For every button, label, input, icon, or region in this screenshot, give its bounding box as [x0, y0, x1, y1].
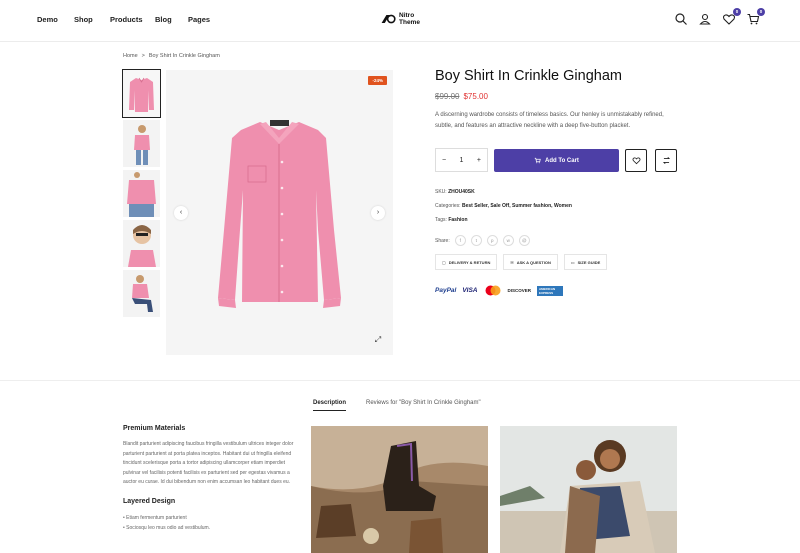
boots-photo [311, 426, 488, 553]
description-content: Premium Materials Blandit parturient adi… [123, 425, 303, 533]
nav-blog[interactable]: Blog [155, 15, 172, 24]
thumbnail-1[interactable] [122, 69, 161, 118]
pinterest-icon[interactable]: p [486, 235, 498, 246]
breadcrumb-home[interactable]: Home [123, 53, 138, 59]
product-title: Boy Shirt In Crinkle Gingham [435, 68, 622, 84]
logo-line-2: Theme [399, 19, 420, 26]
zoom-icon[interactable]: ⤢ [371, 333, 385, 347]
thumbnail-4[interactable] [123, 220, 160, 267]
model-face-thumb-image [123, 220, 160, 267]
logo-line-1: Nitro [399, 12, 415, 19]
compare-icon [662, 156, 670, 165]
categories-label: Categories: [435, 203, 461, 209]
thumbnail-3[interactable] [123, 170, 160, 217]
amex-logo: AMERICAN EXPRESS [537, 285, 564, 296]
materials-paragraph: Blandit parturient adipiscing faucibus f… [123, 441, 294, 485]
prev-image-button[interactable]: ‹ [174, 206, 188, 220]
quantity-value[interactable]: 1 [460, 157, 464, 164]
breadcrumb: Home > Boy Shirt In Crinkle Gingham [123, 53, 220, 59]
sku-value: ZHOU40SK [448, 189, 475, 195]
discover-logo: DISCOVER [507, 288, 532, 293]
sku-row: SKU: ZHOU40SK [435, 189, 475, 195]
price-row: $99.00 $75.00 [435, 92, 488, 101]
categories-value[interactable]: Best Seller, Sale Off, Summer fashion, W… [462, 203, 572, 209]
model-closeup-thumb-image [123, 170, 160, 217]
twitter-icon[interactable]: t [470, 235, 482, 246]
wishlist-count-badge: 0 [733, 8, 741, 16]
tab-reviews[interactable]: Reviews for "Boy Shirt In Crinkle Gingha… [366, 400, 481, 411]
nav-shop[interactable]: Shop [74, 15, 93, 24]
tab-description[interactable]: Description [313, 400, 347, 411]
pink-shirt-image [166, 70, 393, 355]
whatsapp-icon[interactable]: w [502, 235, 514, 246]
tags-value[interactable]: Fashion [448, 217, 467, 223]
site-logo[interactable]: Nitro Theme [380, 11, 421, 27]
wishlist-icon[interactable]: 0 [722, 8, 741, 26]
decrease-qty-button[interactable]: − [442, 157, 446, 164]
section-divider [0, 380, 800, 381]
list-item: Etiam fermentum parturient [123, 513, 303, 523]
shirt-thumb-image [123, 70, 160, 117]
product-main-image: -24% ‹ › ⤢ [166, 70, 393, 355]
breadcrumb-separator: > [141, 53, 145, 59]
add-to-cart-label: Add To Cart [545, 157, 579, 164]
header-actions: 0 0 [674, 8, 765, 26]
list-item: Sociosqu leo mus odio ad vestibulum. [123, 523, 303, 533]
visa-logo: VISA [462, 287, 478, 294]
cart-count-badge: 0 [757, 8, 765, 16]
nav-demo[interactable]: Demo [37, 15, 58, 24]
extra-links: ▢ DELIVERY & RETURN ✉ ASK A QUESTION ▭ S… [435, 254, 608, 270]
thumbnail-2[interactable] [123, 120, 160, 167]
model-sitting-thumb-image [123, 270, 160, 317]
cart-icon [534, 157, 541, 164]
mastercard-icon [485, 285, 500, 296]
account-icon[interactable] [698, 12, 712, 26]
couple-image [500, 426, 677, 553]
email-icon[interactable]: @ [518, 235, 530, 246]
increase-qty-button[interactable]: + [477, 157, 481, 164]
size-guide-link[interactable]: ▭ SIZE GUIDE [563, 254, 608, 270]
boots-image [311, 426, 488, 553]
payment-methods: PayPal VISA DISCOVER AMERICAN EXPRESS [435, 285, 564, 296]
section-heading-design: Layered Design [123, 497, 176, 505]
share-row: Share: f t p w @ [435, 235, 530, 246]
site-header: Demo Shop Products Blog Pages Nitro Them… [0, 0, 800, 42]
ruler-icon: ▭ [570, 259, 575, 265]
product-short-description: A discerning wardrobe consists of timele… [435, 112, 664, 129]
nav-pages[interactable]: Pages [188, 15, 210, 24]
envelope-icon: ✉ [510, 259, 514, 265]
breadcrumb-current: Boy Shirt In Crinkle Gingham [148, 53, 220, 59]
design-list: Etiam fermentum parturient Sociosqu leo … [123, 513, 303, 533]
sale-price: $75.00 [463, 92, 488, 101]
tags-label: Tags: [435, 217, 447, 223]
people-photo [500, 426, 677, 553]
logo-icon [381, 14, 396, 24]
box-icon: ▢ [442, 259, 446, 265]
compare-button[interactable] [655, 149, 677, 172]
share-label: Share: [435, 237, 450, 244]
thumbnail-list [122, 69, 161, 320]
heart-icon [632, 157, 640, 165]
sale-badge: -24% [368, 76, 387, 85]
add-to-cart-button[interactable]: Add To Cart [494, 149, 619, 172]
quantity-stepper[interactable]: − 1 + [435, 148, 488, 172]
old-price: $99.00 [435, 92, 460, 101]
product-tabs: Description Reviews for "Boy Shirt In Cr… [313, 400, 481, 411]
model-thumb-image [123, 120, 160, 167]
nav-products[interactable]: Products [110, 15, 143, 24]
search-icon[interactable] [674, 12, 688, 26]
next-image-button[interactable]: › [371, 206, 385, 220]
paypal-logo: PayPal [435, 287, 457, 294]
tags-row: Tags: Fashion [435, 217, 468, 223]
ask-question-link[interactable]: ✉ ASK A QUESTION [503, 254, 558, 270]
add-to-wishlist-button[interactable] [625, 149, 647, 172]
cart-icon[interactable]: 0 [746, 8, 765, 26]
sku-label: SKU: [435, 189, 447, 195]
section-heading-materials: Premium Materials [123, 425, 186, 432]
delivery-return-link[interactable]: ▢ DELIVERY & RETURN [435, 254, 498, 270]
facebook-icon[interactable]: f [454, 235, 466, 246]
thumbnail-5[interactable] [123, 270, 160, 317]
categories-row: Categories: Best Seller, Sale Off, Summe… [435, 203, 572, 209]
